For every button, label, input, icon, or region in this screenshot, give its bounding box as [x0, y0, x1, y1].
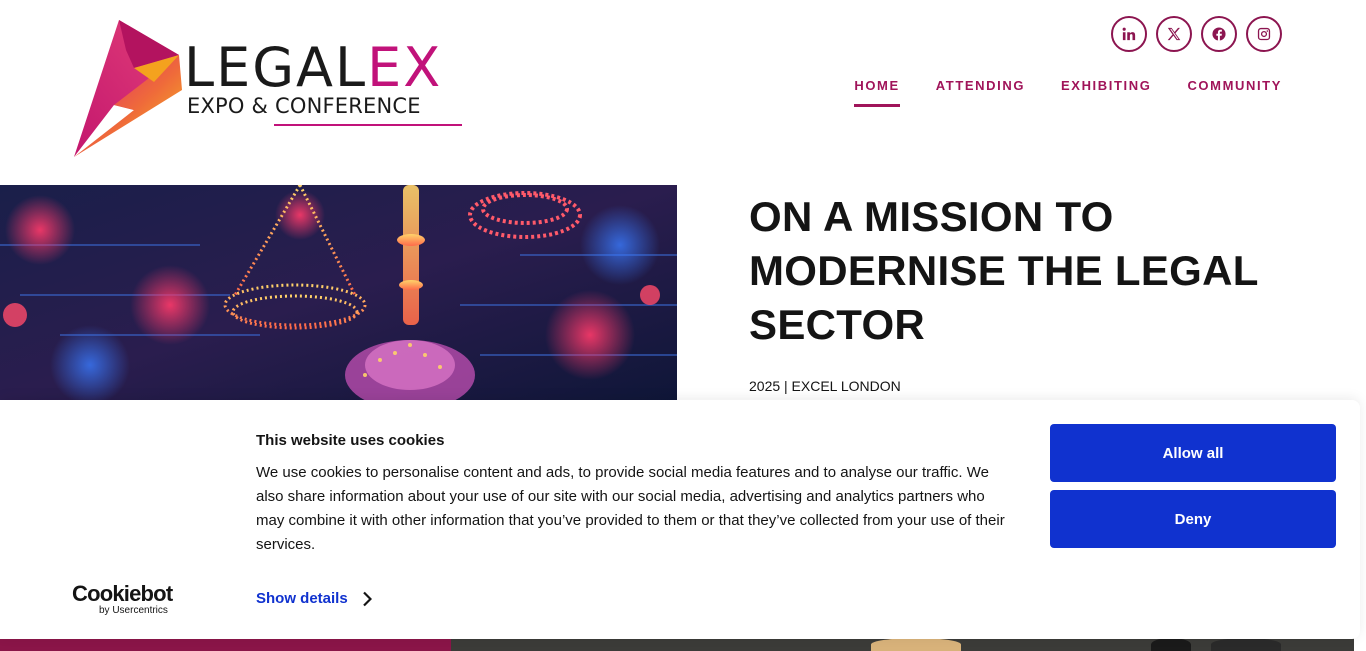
cookiebot-byline: by Usercentrics	[99, 605, 168, 616]
instagram-link[interactable]	[1246, 16, 1282, 52]
logo-wordmark: LEGALEX	[184, 38, 442, 98]
scales-of-justice-image	[0, 185, 677, 400]
logo-word-main: LEGAL	[184, 36, 368, 99]
facebook-icon	[1212, 27, 1226, 41]
linkedin-link[interactable]	[1111, 16, 1147, 52]
cookie-description: We use cookies to personalise content an…	[256, 464, 1005, 553]
cookiebot-logo[interactable]: Cookiebot by Usercentrics	[72, 583, 182, 617]
facebook-link[interactable]	[1201, 16, 1237, 52]
cookiebot-brand: Cookiebot	[72, 581, 173, 606]
hero-image	[0, 185, 677, 400]
deny-button[interactable]: Deny	[1050, 490, 1336, 548]
logo-subtitle: EXPO & CONFERENCE	[187, 94, 421, 118]
cookie-banner: Cookiebot by Usercentrics This website u…	[0, 400, 1360, 639]
show-details-label: Show details	[256, 590, 348, 607]
social-links	[1111, 16, 1282, 52]
nav-exhibiting[interactable]: EXHIBITING	[1061, 78, 1151, 107]
main-nav: HOME ATTENDING EXHIBITING COMMUNITY	[854, 78, 1282, 107]
x-icon	[1167, 27, 1181, 41]
nav-home[interactable]: HOME	[854, 78, 901, 107]
nav-attending[interactable]: ATTENDING	[936, 78, 1025, 107]
logo-mark-icon	[74, 20, 182, 157]
logo-underline	[274, 124, 462, 126]
cookie-title: This website uses cookies	[256, 432, 445, 449]
hero-subtitle: 2025 | EXCEL LONDON	[749, 378, 901, 394]
hero-title: ON A MISSION TO MODERNISE THE LEGAL SECT…	[749, 193, 1258, 348]
instagram-icon	[1257, 27, 1271, 41]
promo-strip-photo	[451, 638, 1354, 651]
x-link[interactable]	[1156, 16, 1192, 52]
logo-word-accent: EX	[367, 36, 443, 99]
linkedin-icon	[1122, 27, 1136, 41]
chevron-right-icon	[362, 591, 372, 606]
nav-community[interactable]: COMMUNITY	[1187, 78, 1282, 107]
show-details-link[interactable]: Show details	[256, 590, 372, 607]
promo-strip-left	[0, 638, 451, 651]
site-logo[interactable]: LEGALEX EXPO & CONFERENCE	[74, 20, 466, 160]
allow-all-button[interactable]: Allow all	[1050, 424, 1336, 482]
